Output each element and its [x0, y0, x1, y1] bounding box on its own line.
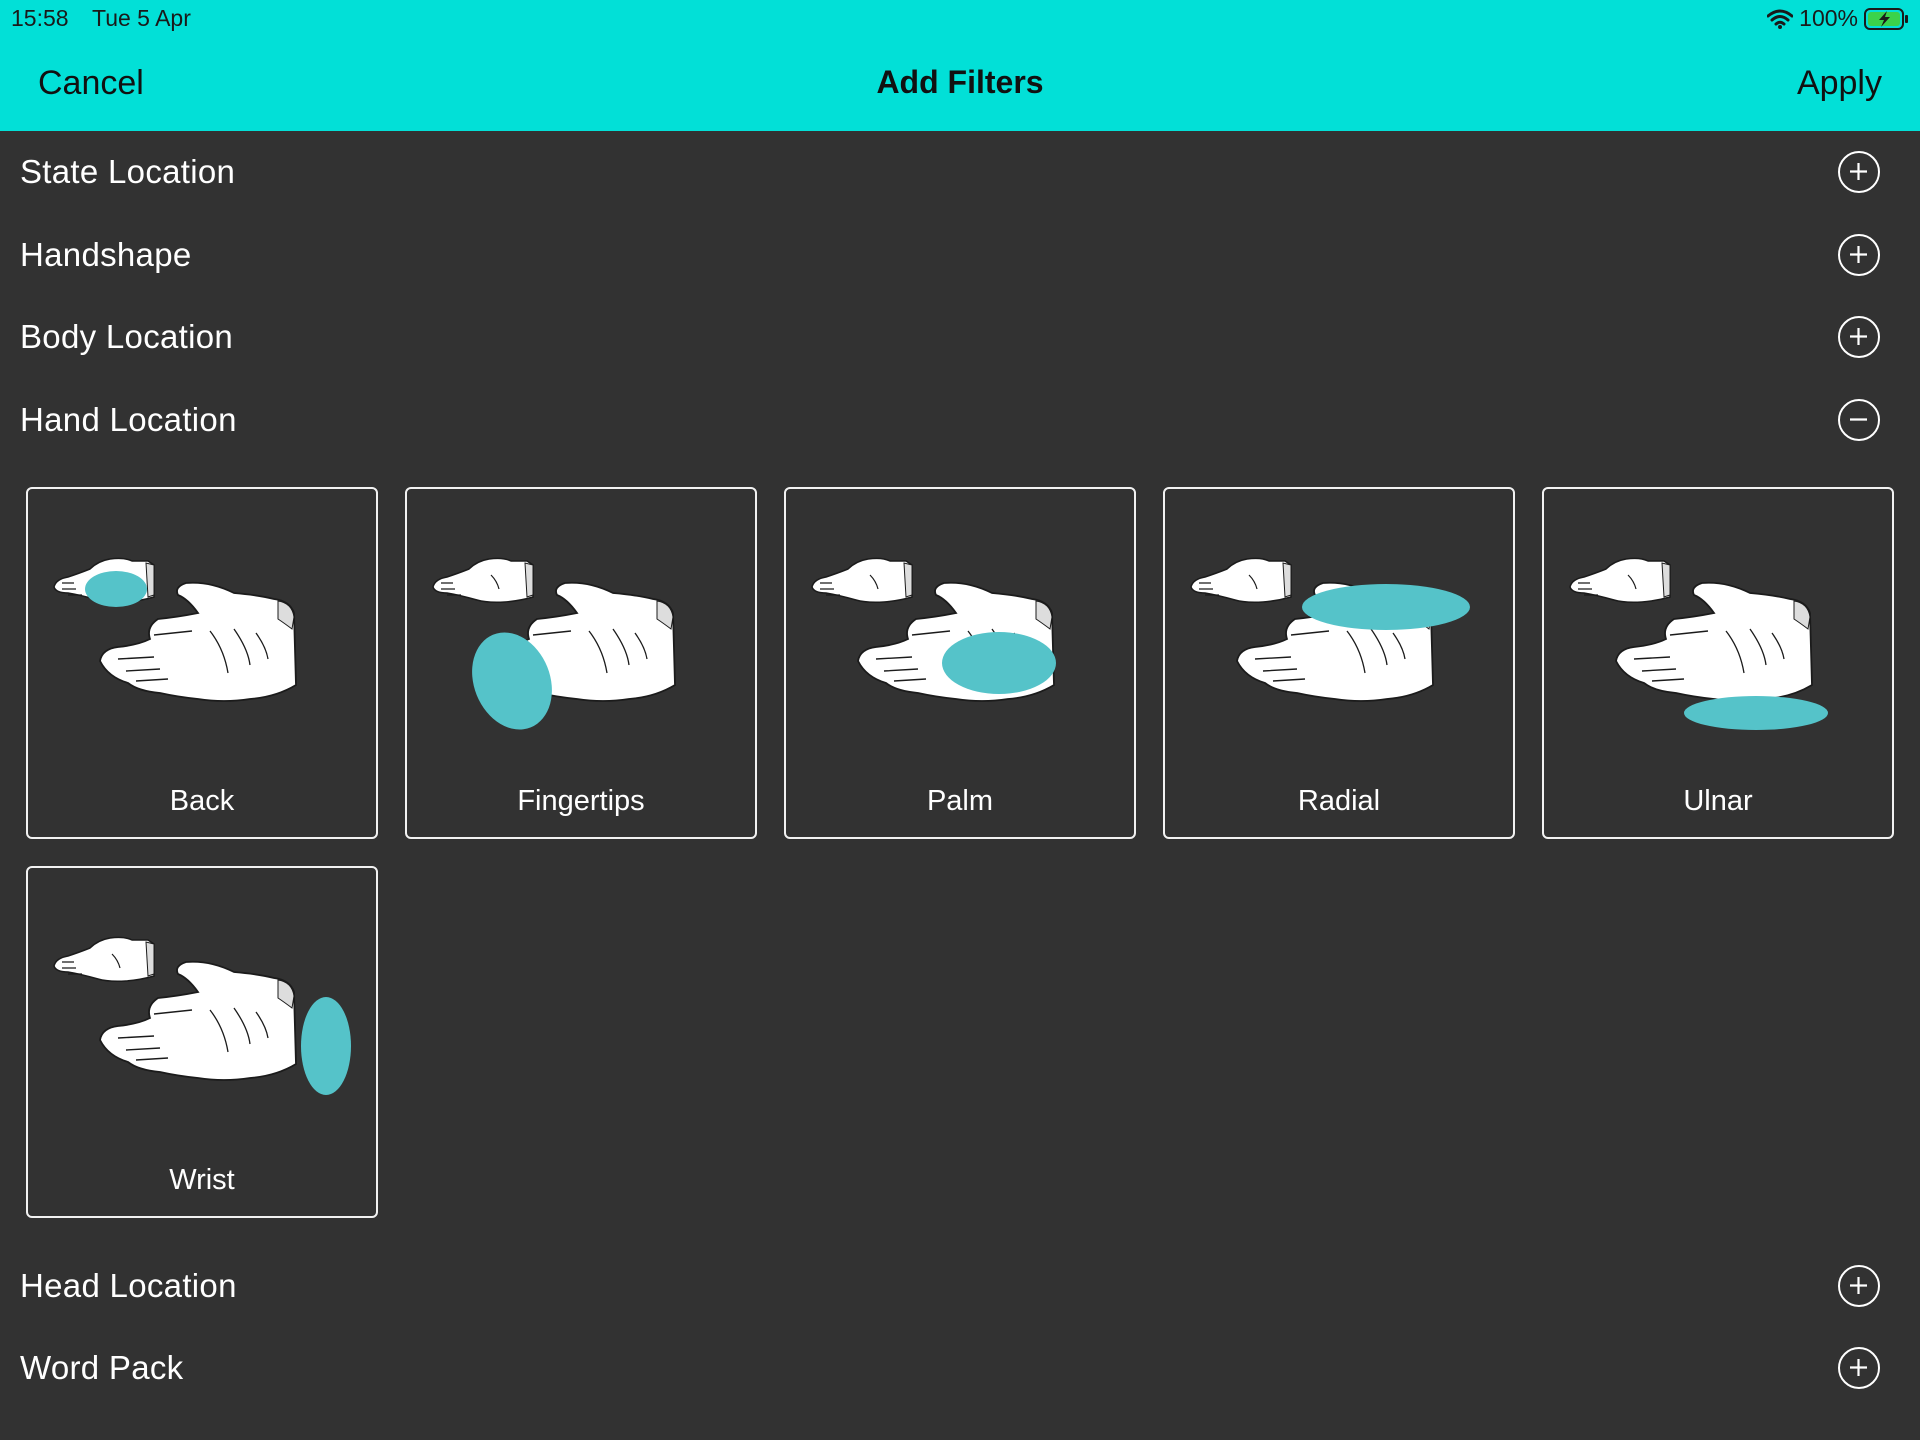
section-word-pack[interactable]: Word Pack [0, 1327, 1920, 1409]
section-handshape[interactable]: Handshape [0, 214, 1920, 296]
page-title: Add Filters [876, 64, 1044, 100]
tile-label: Palm [926, 785, 994, 817]
plus-circle-icon[interactable] [1838, 1347, 1880, 1389]
plus-circle-icon[interactable] [1838, 234, 1880, 276]
section-body-location[interactable]: Body Location [0, 296, 1920, 378]
tile-label: Back [169, 785, 235, 817]
tile-radial[interactable]: Radial [1163, 487, 1515, 839]
status-time: 15:58 [11, 5, 69, 31]
battery-charging-icon [1864, 7, 1908, 30]
tile-ulnar[interactable]: Ulnar [1542, 487, 1894, 839]
status-bar: 15:58 Tue 5 Apr 100% [0, 0, 1920, 36]
wifi-icon [1767, 9, 1794, 29]
status-indicators: 100% [1767, 5, 1910, 32]
tile-palm[interactable]: Palm [784, 487, 1136, 839]
section-label: Body Location [20, 318, 234, 355]
tile-back[interactable]: Back [26, 487, 378, 839]
tile-label: Ulnar [1683, 785, 1753, 817]
section-hand-location[interactable]: Hand Location [0, 379, 1920, 461]
section-label: Handshape [20, 236, 192, 273]
section-label: Head Location [20, 1267, 237, 1304]
plus-circle-icon[interactable] [1838, 316, 1880, 358]
navigation-bar: Cancel Add Filters Apply [0, 36, 1920, 131]
tile-label: Wrist [169, 1164, 235, 1196]
status-date: Tue 5 Apr [92, 5, 191, 31]
battery-percent: 100% [1799, 5, 1858, 31]
section-label: Hand Location [20, 401, 237, 438]
apply-button[interactable]: Apply [1797, 64, 1882, 103]
section-label: Word Pack [20, 1349, 184, 1386]
tile-label: Fingertips [517, 785, 645, 817]
tile-fingertips[interactable]: Fingertips [405, 487, 757, 839]
section-label: State Location [20, 153, 236, 190]
section-head-location[interactable]: Head Location [0, 1245, 1920, 1327]
section-state-location[interactable]: State Location [0, 131, 1920, 213]
minus-circle-icon[interactable] [1838, 399, 1880, 441]
plus-circle-icon[interactable] [1838, 1265, 1880, 1307]
tile-label: Radial [1297, 785, 1381, 817]
tile-wrist[interactable]: Wrist [26, 866, 378, 1218]
plus-circle-icon[interactable] [1838, 151, 1880, 193]
